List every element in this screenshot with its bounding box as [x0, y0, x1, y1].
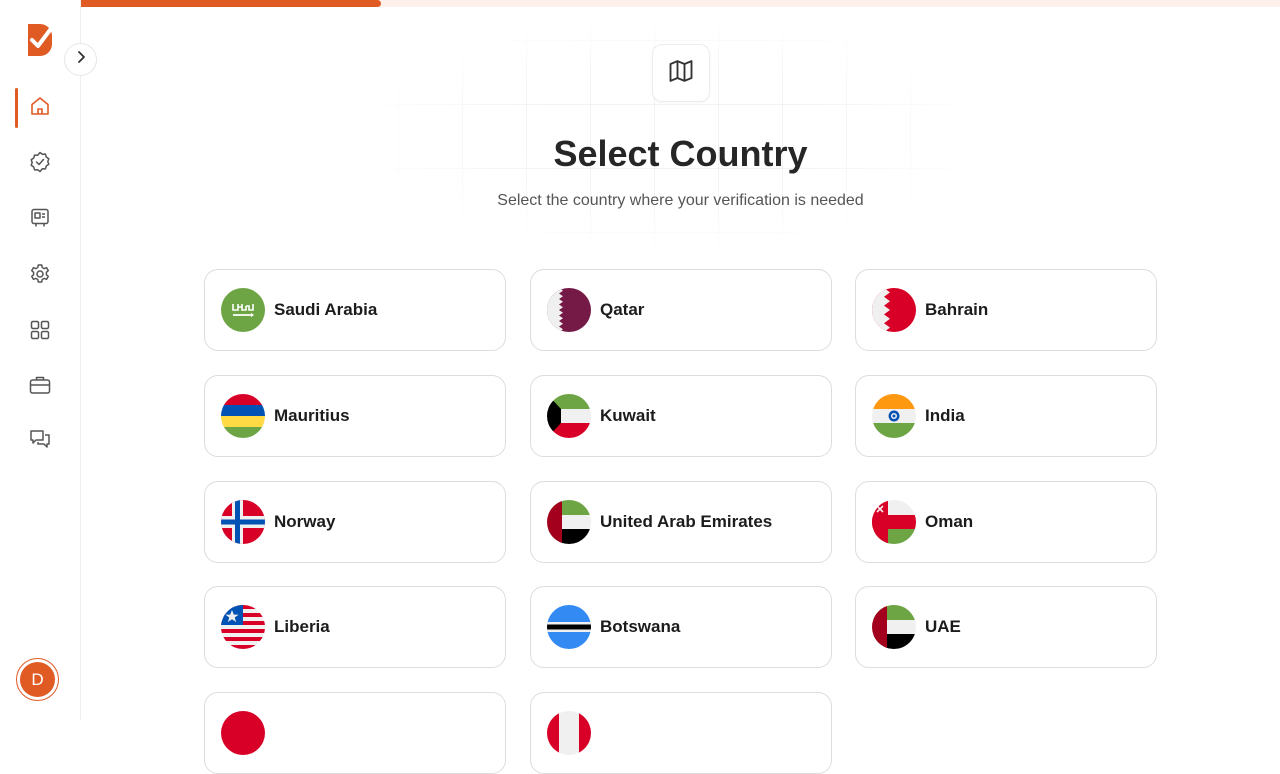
country-name: Mauritius — [274, 406, 350, 425]
active-nav-indicator — [15, 88, 18, 128]
partial-flag-icon — [221, 711, 265, 755]
country-name: Bahrain — [925, 300, 989, 319]
map-icon — [667, 57, 695, 90]
oman-flag-icon — [872, 500, 916, 544]
sidebar-item-settings[interactable] — [26, 262, 54, 290]
id-card-icon — [28, 206, 52, 235]
user-avatar[interactable]: D — [16, 658, 59, 701]
avatar-initial: D — [20, 662, 55, 697]
country-name: Botswana — [600, 617, 681, 636]
country-card-partial[interactable] — [530, 692, 832, 774]
page-title: Select Country — [553, 133, 808, 174]
expand-sidebar-button[interactable] — [64, 43, 97, 76]
progress-bar — [81, 0, 1280, 7]
country-card-united-arab-emirates[interactable]: United Arab Emirates — [530, 481, 832, 563]
sidebar-item-messages[interactable] — [26, 427, 54, 455]
india-flag-icon — [872, 394, 916, 438]
country-name: Oman — [925, 512, 974, 531]
country-card-saudi-arabia[interactable]: Saudi Arabia — [204, 269, 506, 351]
country-card-uae[interactable]: UAE — [855, 586, 1157, 668]
briefcase-icon — [28, 373, 52, 402]
country-card-oman[interactable]: Oman — [855, 481, 1157, 563]
country-card-liberia[interactable]: Liberia — [204, 586, 506, 668]
verified-badge-icon — [28, 150, 52, 179]
sidebar-item-apps[interactable] — [26, 318, 54, 346]
sidebar-item-work[interactable] — [26, 373, 54, 401]
progress-bar-fill — [81, 0, 381, 7]
country-card-qatar[interactable]: Qatar — [530, 269, 832, 351]
country-name: Saudi Arabia — [274, 300, 378, 319]
country-name: Liberia — [274, 617, 330, 636]
country-card-kuwait[interactable]: Kuwait — [530, 375, 832, 457]
apps-grid-icon — [28, 318, 52, 347]
qatar-flag-icon — [547, 288, 591, 332]
app-logo[interactable] — [26, 22, 54, 58]
sidebar-item-id-card[interactable] — [26, 206, 54, 234]
country-name: Kuwait — [600, 406, 656, 425]
bahrain-flag-icon — [872, 288, 916, 332]
botswana-flag-icon — [547, 605, 591, 649]
liberia-flag-icon — [221, 605, 265, 649]
saudi-arabia-flag-icon — [221, 288, 265, 332]
mauritius-flag-icon — [221, 394, 265, 438]
country-card-partial[interactable] — [204, 692, 506, 774]
country-name: Norway — [274, 512, 336, 531]
page-subtitle: Select the country where your verificati… — [497, 192, 864, 209]
country-card-mauritius[interactable]: Mauritius — [204, 375, 506, 457]
gear-icon — [28, 262, 52, 291]
sidebar-item-verification[interactable] — [26, 150, 54, 178]
sidebar: D — [0, 0, 81, 720]
country-card-botswana[interactable]: Botswana — [530, 586, 832, 668]
country-card-india[interactable]: India — [855, 375, 1157, 457]
chat-icon — [28, 427, 52, 456]
country-name: Qatar — [600, 300, 645, 319]
sidebar-item-home[interactable] — [26, 94, 54, 122]
chevron-right-icon — [74, 50, 88, 69]
kuwait-flag-icon — [547, 394, 591, 438]
home-icon — [28, 94, 52, 123]
map-icon-box — [652, 44, 710, 102]
country-card-norway[interactable]: Norway — [204, 481, 506, 563]
country-name: United Arab Emirates — [600, 512, 773, 531]
country-card-bahrain[interactable]: Bahrain — [855, 269, 1157, 351]
uae-flag-icon — [872, 605, 916, 649]
uae-flag-icon — [547, 500, 591, 544]
partial-flag-icon — [547, 711, 591, 755]
norway-flag-icon — [221, 500, 265, 544]
country-name: UAE — [925, 617, 961, 636]
country-name: India — [925, 406, 965, 425]
